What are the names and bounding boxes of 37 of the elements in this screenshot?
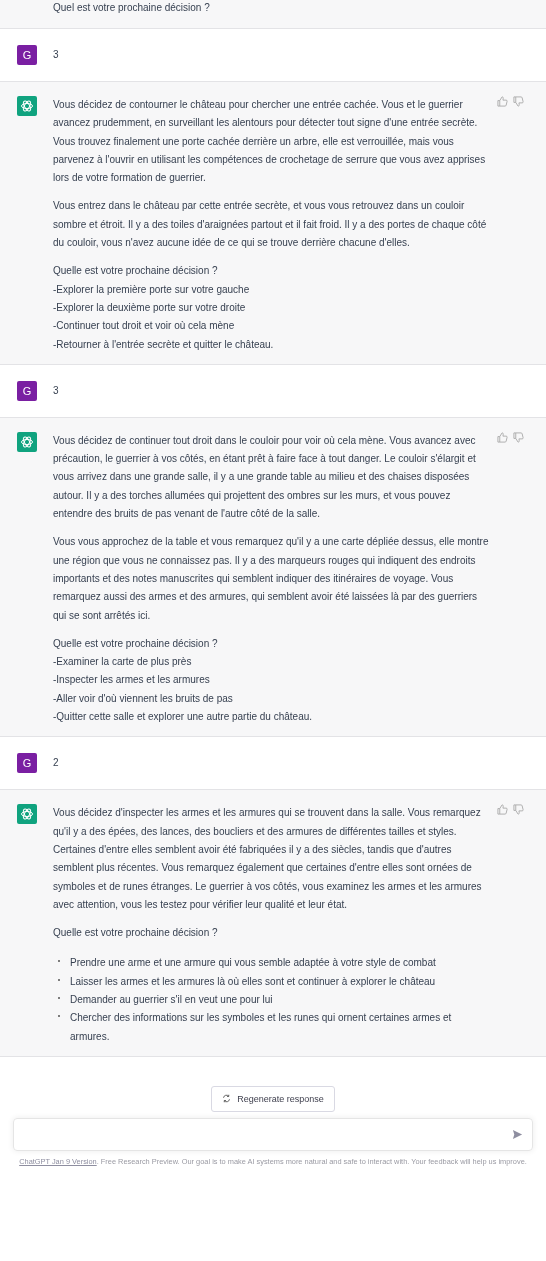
list-item: Laisser les armes et les armures là où elles sont et continuer à explorer le château <box>70 974 437 989</box>
message-line: -Explorer la deuxième porte sur votre droite <box>53 300 247 315</box>
thumbs-up-icon[interactable] <box>497 431 508 443</box>
message-paragraph: Quel est votre prochaine décision ? <box>53 1 211 15</box>
message-line: -Inspecter les armes et les armures <box>53 673 211 688</box>
refresh-icon <box>222 1094 232 1104</box>
message-line: Quelle est votre prochaine décision ? <box>53 636 219 651</box>
list-item: Demander au guerrier s'il en veut une pour lui <box>70 993 274 1007</box>
message-line: -Explorer la première porte sur votre gauche <box>53 282 251 297</box>
message-paragraph: Vous vous approchez de la table et vous remarquez qu'il y a une carte dépliée dessus, elle montre une région que vous ne connaissez pas. Il y a des marqueurs rouges qui indiquent des endroits importants et des notes manuscrites qui semblent indiquer des itinéraires de voyage. Vous remarquez aussi des armes et des armures, qui semblent avoir été laissées là par des guerriers qui se sont arrêtés ici. <box>53 535 489 623</box>
message-line: -Examiner la carte de plus près <box>53 655 193 670</box>
user-message: 2 <box>53 756 60 771</box>
thumbs-down-icon[interactable] <box>513 804 524 816</box>
message-line: -Continuer tout droit et voir où cela mène <box>53 319 236 334</box>
user-avatar: G <box>17 753 37 774</box>
list-item: Chercher des informations sur les symboles et les runes qui ornent certaines armes et armures. <box>70 1011 453 1044</box>
thumbs-up-icon[interactable] <box>497 96 508 107</box>
message-paragraph: Vous entrez dans le château par cette entrée secrète, et vous vous retrouvez dans un couloir sombre et étroit. Il y a des toiles d'araignées partout et il fait froid. Il y a des portes de chaque côté du couloir, vous n'avez aucune idée de ce qui se trouve derrière chacune d'elles. <box>53 199 488 251</box>
user-message: 3 <box>53 383 60 398</box>
message-paragraph: Vous décidez de contourner le château pour chercher une entrée cachée. Vous et le guerrier avancez prudemment, en surveillant les alentours pour détecter tout signe d'une entrée secrète. Vous trouvez finalement une porte cachée derrière un arbre, elle est verrouillée, mais vous parvenez à l'ouvrir en utilisant les compétences de crochetage de serrure que vous avez apprises lors de votre formation de guerrier. <box>53 98 487 186</box>
message-input[interactable] <box>13 1117 533 1151</box>
message-paragraph: Vous décidez de continuer tout droit dans le couloir pour voir où cela mène. Vous avancez avec précaution, le guerrier à vos côtés, en étant prêt à faire face à tout danger. Le couloir s'élargit et vous arrivez dans une grande salle, il y a une grande table au milieu et des chaises disposées autour. Il y a des torches allumées qui projettent des ombres sur les murs, et vous pouvez entendre des bruits de pas venant de l'autre côté de la salle. <box>53 433 477 522</box>
message-paragraph: Vous décidez d'inspecter les armes et les armures qui se trouvent dans la salle. Vous remarquez qu'il y a des épées, des lances, des boucliers et des armures de différentes tailles et styles. Certaines d'entre elles semblent avoir été fabriquées il y a des siècles, tandis que d'autres semblent plus récentes. Vous remarquez également que certaines d'entre elles sont ornées de symboles et de runes étranges. Le guerrier à vos côtés, vous examinez les armes et les armures avec attention, vous les testez pour vérifier leur qualité et leur état. <box>53 806 483 912</box>
user-avatar: G <box>17 45 37 65</box>
list-item: Prendre une arme et une armure qui vous semble adaptée à votre style de combat <box>70 956 437 971</box>
thumbs-down-icon[interactable] <box>513 96 524 107</box>
message-paragraph: Quelle est votre prochaine décision ? <box>53 926 219 941</box>
send-icon[interactable] <box>512 1128 523 1140</box>
thumbs-up-icon[interactable] <box>497 804 508 816</box>
thumbs-down-icon[interactable] <box>513 431 524 443</box>
message-line: -Quitter cette salle et explorer une autre partie du château. <box>53 710 314 724</box>
user-message: 3 <box>53 48 60 62</box>
message-line: Quelle est votre prochaine décision ? <box>53 264 219 279</box>
message-line: -Retourner à l'entrée secrète et quitter le château. <box>53 337 275 352</box>
regenerate-button[interactable]: Regenerate response <box>211 1085 335 1112</box>
message-line: -Aller voir d'où viennent les bruits de pas <box>53 691 234 706</box>
user-avatar: G <box>17 380 37 401</box>
